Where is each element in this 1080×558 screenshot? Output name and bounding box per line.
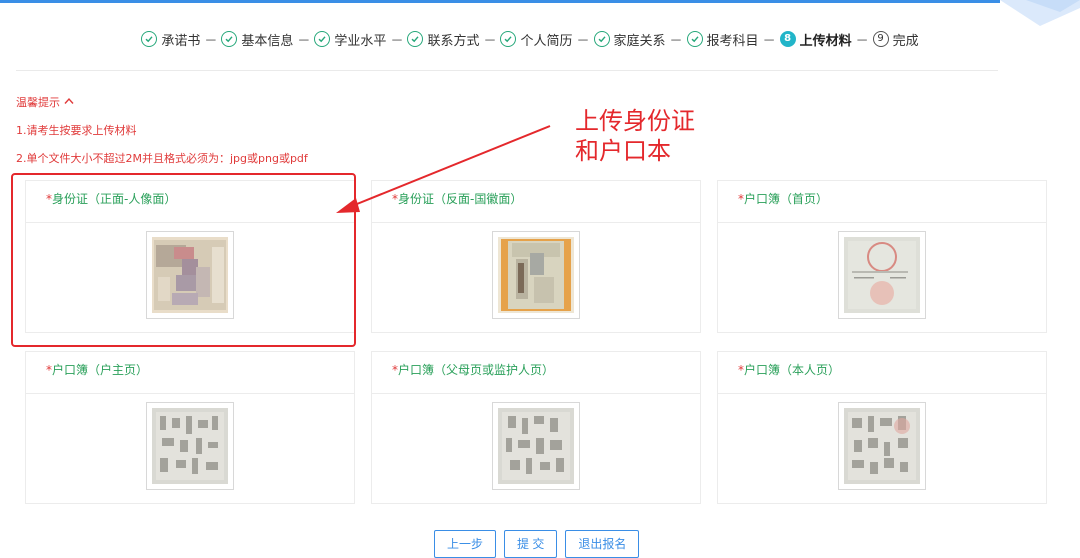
step-label: 基本信息: [241, 33, 294, 49]
step-separator: －: [204, 33, 218, 49]
uploaded-thumbnail[interactable]: [146, 402, 234, 490]
form-actions: 上一步 提 交 退出报名: [434, 530, 640, 558]
step-label: 学业水平: [334, 33, 387, 49]
upload-card-id-back: *身份证（反面-国徽面）: [371, 180, 701, 333]
check-icon: [593, 31, 610, 47]
step-label: 个人简历: [520, 33, 573, 49]
quit-registration-button[interactable]: 退出报名: [565, 530, 640, 558]
tip-line: 1.请考生按要求上传材料: [16, 124, 137, 137]
step-academic-level[interactable]: 学业水平: [314, 30, 386, 49]
uploaded-thumbnail[interactable]: [838, 231, 926, 319]
upload-card-household-parents: *户口簿（父母页或监护人页）: [371, 351, 701, 504]
upload-label: 户口簿（首页）: [744, 192, 829, 206]
step-resume[interactable]: 个人简历: [500, 30, 573, 49]
chevron-up-icon: [64, 94, 74, 111]
household-self-page-image: [844, 408, 920, 484]
step-label: 家庭关系: [613, 33, 666, 49]
step-separator: －: [483, 33, 497, 49]
step-number: 8: [779, 31, 796, 47]
upload-card-household-head: *户口簿（户主页）: [25, 351, 355, 504]
upload-label: 身份证（反面-国徽面）: [398, 192, 523, 206]
upload-card-household-self: *户口簿（本人页）: [717, 351, 1047, 504]
uploaded-thumbnail[interactable]: [492, 402, 580, 490]
step-contact[interactable]: 联系方式: [407, 30, 479, 49]
step-subjects[interactable]: 报考科目: [686, 30, 759, 49]
step-separator: －: [390, 33, 404, 49]
id-card-back-image: [498, 237, 574, 313]
annotation-line: 上传身份证: [575, 107, 695, 135]
step-commitment[interactable]: 承诺书: [141, 30, 200, 49]
prev-step-button[interactable]: 上一步: [434, 530, 497, 558]
step-family[interactable]: 家庭关系: [593, 30, 666, 49]
uploaded-thumbnail[interactable]: [838, 402, 926, 490]
check-icon: [221, 31, 238, 47]
tip-line: 2.单个文件大小不超过2M并且格式必须为：jpg或png或pdf: [16, 152, 308, 165]
divider: [16, 70, 998, 71]
step-label: 承诺书: [161, 33, 201, 49]
step-basic-info[interactable]: 基本信息: [221, 30, 293, 49]
household-head-page-image: [152, 408, 228, 484]
check-icon: [314, 31, 331, 47]
step-label: 完成: [892, 33, 919, 49]
step-upload[interactable]: 8 上传材料: [779, 30, 852, 49]
tips-title: 温馨提示: [16, 96, 60, 109]
annotation-text: 上传身份证 和户口本: [575, 106, 695, 166]
household-parents-page-image: [498, 408, 574, 484]
highlight-box: [11, 173, 356, 347]
household-first-page-image: [844, 237, 920, 313]
step-label: 联系方式: [427, 33, 480, 49]
step-separator: －: [297, 33, 311, 49]
tips-toggle[interactable]: 温馨提示: [16, 94, 74, 111]
annotation-line: 和户口本: [575, 137, 671, 165]
check-icon: [407, 31, 424, 47]
uploaded-thumbnail[interactable]: [492, 231, 580, 319]
check-icon: [686, 31, 703, 47]
upload-card-household-first: *户口簿（首页）: [717, 180, 1047, 333]
step-number: 9: [872, 31, 889, 47]
step-label: 报考科目: [706, 33, 759, 49]
upload-label: 户口簿（父母页或监护人页）: [398, 363, 555, 377]
step-separator: －: [762, 33, 776, 49]
check-icon: [141, 31, 158, 47]
progress-steps: 承诺书 － 基本信息 － 学业水平 － 联系方式 － 个人简历 － 家庭关系 －…: [0, 28, 1060, 50]
upload-label: 户口簿（户主页）: [52, 363, 149, 377]
step-complete[interactable]: 9 完成: [872, 30, 919, 49]
step-label: 上传材料: [799, 33, 852, 49]
upload-label: 户口簿（本人页）: [744, 363, 841, 377]
step-separator: －: [576, 33, 590, 49]
step-separator: －: [855, 33, 869, 49]
step-separator: －: [669, 33, 683, 49]
top-accent-line: [0, 0, 1000, 3]
submit-button[interactable]: 提 交: [504, 530, 558, 558]
corner-decoration: [1000, 0, 1080, 26]
check-icon: [500, 31, 517, 47]
